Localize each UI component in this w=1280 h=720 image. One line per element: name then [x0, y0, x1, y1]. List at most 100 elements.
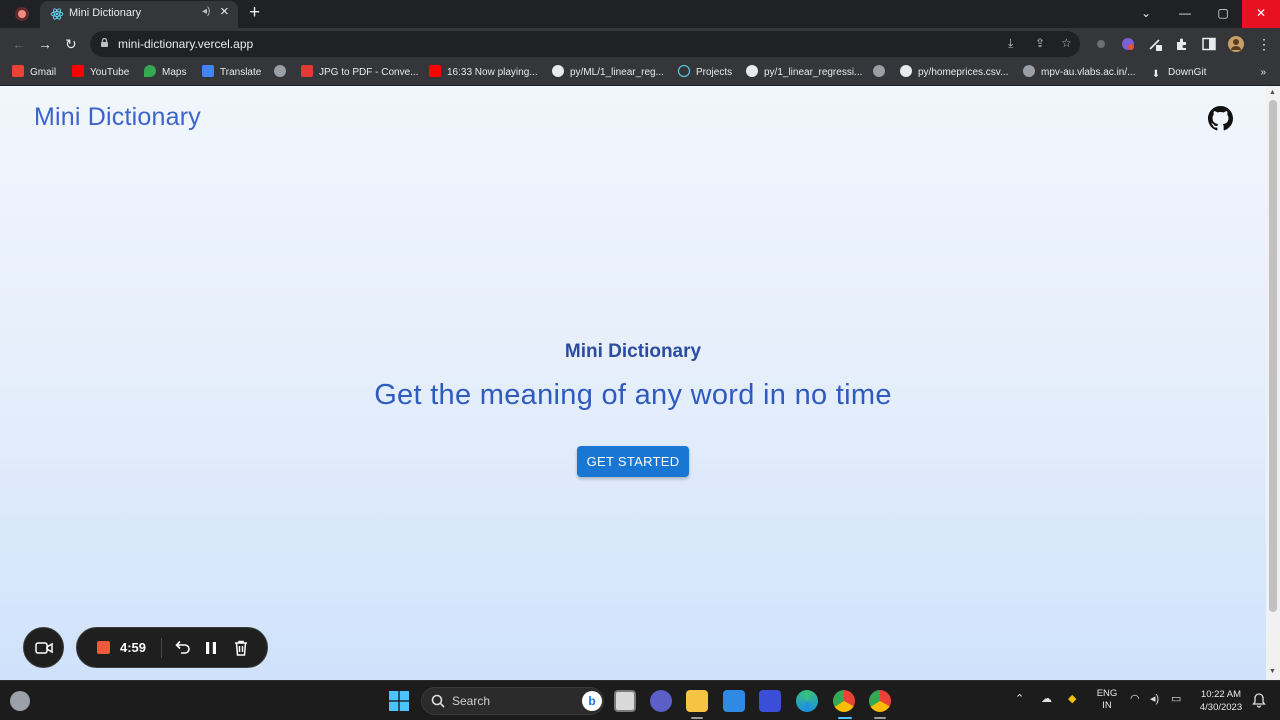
new-tab-button[interactable]: + — [249, 2, 260, 24]
hero-subtitle: Mini Dictionary — [564, 341, 702, 362]
speaker-icon[interactable]: ◂) — [202, 6, 210, 17]
pause-icon[interactable] — [200, 637, 222, 659]
bookmarks-bar: Gmail YouTube Maps Translate JPG to PDF … — [0, 60, 1280, 86]
tab-strip: Mini Dictionary ◂) × + ⌄ — ▢ ✕ — [0, 0, 1280, 28]
minimize-button[interactable]: — — [1166, 0, 1204, 28]
tab-search-button[interactable]: ⌄ — [1127, 0, 1165, 28]
wifi-icon[interactable]: ◠ — [1130, 692, 1140, 705]
page-viewport: Mini Dictionary Mini Dictionary Get the … — [0, 86, 1266, 680]
youtube-icon — [429, 65, 441, 77]
bookmark-globe[interactable] — [274, 64, 292, 82]
recording-timer: 4:59 — [120, 640, 147, 655]
puzzle-icon[interactable] — [1175, 37, 1189, 51]
youtube-icon — [72, 65, 84, 77]
trash-icon[interactable] — [230, 637, 252, 659]
pdf-icon — [301, 65, 313, 77]
bookmark-star-icon[interactable]: ☆ — [1061, 36, 1072, 50]
bookmark-linear-reg[interactable]: py/ML/1_linear_reg... — [552, 64, 664, 82]
system-clock[interactable]: 10:22 AM 4/30/2023 — [1192, 688, 1250, 714]
task-view-icon[interactable] — [614, 690, 636, 712]
forward-button[interactable]: → — [38, 35, 52, 53]
hero-title: Get the meaning of any word in no time — [374, 379, 892, 411]
react-icon — [50, 8, 64, 20]
globe-icon — [274, 65, 286, 77]
site-logo[interactable]: Mini Dictionary — [34, 103, 201, 132]
running-indicator — [691, 717, 703, 719]
maximize-button[interactable]: ▢ — [1204, 0, 1242, 28]
windows-taskbar: Search b ⌃ ☁ ◆ ENG IN ◠ ◂) ▭ 10:22 AM 4/… — [0, 680, 1280, 720]
running-indicator — [874, 717, 886, 719]
github-icon — [746, 65, 758, 77]
bookmark-downgit[interactable]: ⬇ DownGit — [1150, 64, 1207, 82]
chrome-icon[interactable] — [833, 690, 855, 712]
scroll-thumb[interactable] — [1269, 100, 1277, 612]
bookmark-jpg-to-pdf[interactable]: JPG to PDF - Conve... — [301, 64, 418, 82]
url-text: mini-dictionary.vercel.app — [118, 37, 254, 51]
lock-icon — [101, 38, 108, 47]
mail-icon[interactable] — [723, 690, 745, 712]
teams-icon[interactable] — [650, 690, 672, 712]
extension-icon[interactable] — [1121, 37, 1135, 51]
cloud-off-icon[interactable]: ☁ — [1041, 692, 1052, 705]
vscode-icon[interactable] — [759, 690, 781, 712]
battery-icon[interactable]: ▭ — [1171, 692, 1181, 705]
security-shield-icon[interactable]: ◆ — [1068, 692, 1076, 705]
active-indicator — [838, 717, 852, 719]
globe-icon — [1023, 65, 1035, 77]
globe-icon — [873, 65, 885, 77]
bookmark-vlabs[interactable]: mpv-au.vlabs.ac.in/... — [1023, 64, 1135, 82]
bookmark-gmail[interactable]: Gmail — [12, 64, 56, 82]
stop-icon[interactable] — [97, 641, 110, 654]
volume-icon[interactable]: ◂) — [1150, 692, 1159, 705]
back-button[interactable]: ← — [12, 35, 26, 53]
edge-icon[interactable] — [796, 690, 818, 712]
download-icon: ⬇ — [1151, 69, 1161, 80]
github-icon — [900, 65, 912, 77]
side-panel-icon[interactable] — [1202, 37, 1216, 51]
bookmark-projects[interactable]: Projects — [678, 64, 732, 82]
scroll-down-arrow-icon[interactable]: ▼ — [1269, 668, 1276, 675]
tray-overflow-icon[interactable]: ⌃ — [1015, 692, 1024, 705]
notification-bell-icon[interactable] — [1251, 692, 1267, 708]
gmail-icon — [12, 65, 24, 77]
browser-tab[interactable]: Mini Dictionary ◂) × — [40, 1, 238, 28]
divider — [161, 638, 162, 658]
bookmark-globe-2[interactable] — [873, 64, 891, 82]
chrome-icon[interactable] — [869, 690, 891, 712]
camera-button[interactable] — [23, 627, 64, 668]
bookmark-homeprices[interactable]: py/homeprices.csv... — [900, 64, 1008, 82]
extension-icon[interactable] — [1094, 37, 1108, 51]
search-label: Search — [452, 694, 491, 708]
bookmarks-overflow-button[interactable]: » — [1260, 64, 1266, 82]
menu-kebab-icon[interactable]: ⋮ — [1257, 35, 1271, 53]
github-icon — [552, 65, 564, 77]
windows-start-icon[interactable] — [389, 691, 409, 711]
file-explorer-icon[interactable] — [686, 690, 708, 712]
weather-widget-icon[interactable] — [10, 691, 30, 711]
search-icon — [431, 694, 445, 708]
reload-button[interactable]: ↻ — [65, 35, 77, 53]
page-scrollbar[interactable]: ▲ ▼ — [1266, 86, 1280, 680]
undo-icon[interactable] — [171, 637, 193, 659]
github-icon[interactable] — [1208, 106, 1233, 131]
close-icon[interactable]: × — [220, 3, 229, 20]
bookmark-now-playing[interactable]: 16:33 Now playing... — [429, 64, 538, 82]
bookmark-linear-regression[interactable]: py/1_linear_regressi... — [746, 64, 862, 82]
get-started-button[interactable]: GET STARTED — [577, 446, 689, 477]
address-bar[interactable]: mini-dictionary.vercel.app ⤓ ⇪ ☆ — [90, 31, 1080, 57]
taskbar-search[interactable]: Search b — [421, 687, 604, 715]
close-window-button[interactable]: ✕ — [1242, 0, 1280, 28]
language-indicator[interactable]: ENG IN — [1096, 688, 1118, 712]
share-icon[interactable]: ⇪ — [1035, 36, 1045, 50]
extension-icon[interactable] — [1148, 37, 1162, 51]
maps-icon — [144, 65, 156, 77]
scroll-up-arrow-icon[interactable]: ▲ — [1269, 89, 1276, 96]
bookmark-translate[interactable]: Translate — [202, 64, 261, 82]
bing-icon[interactable]: b — [582, 691, 602, 711]
profile-avatar[interactable] — [1228, 36, 1244, 52]
bookmark-youtube[interactable]: YouTube — [72, 64, 129, 82]
translate-icon — [202, 65, 214, 77]
install-app-icon[interactable]: ⤓ — [1008, 36, 1013, 51]
bookmark-maps[interactable]: Maps — [144, 64, 186, 82]
browser-toolbar: ← → ↻ mini-dictionary.vercel.app ⤓ ⇪ ☆ ⋮ — [0, 28, 1280, 60]
